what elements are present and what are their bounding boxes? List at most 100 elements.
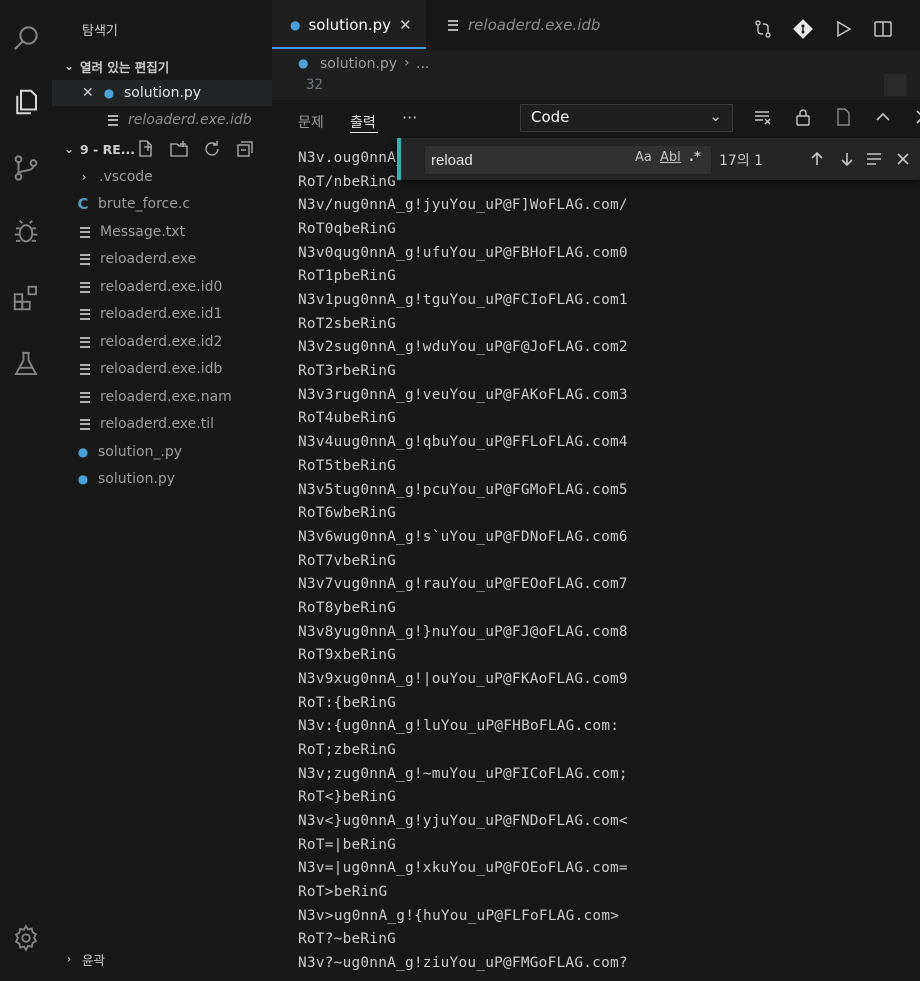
open-editor-item-idb[interactable]: reloaderd.exe.idb [52,107,272,133]
explorer-icon[interactable] [8,84,44,120]
output-line: RoT/nbeRinG [298,173,397,190]
new-folder-icon[interactable] [169,139,189,159]
run-icon[interactable] [832,18,854,40]
file-item-solution[interactable]: ● solution.py [52,466,272,492]
file-item-brute-force[interactable]: C brute_force.c [52,191,272,217]
open-editor-label: solution.py [124,85,202,101]
compare-changes-icon[interactable] [752,18,774,40]
file-lines-icon [80,308,90,320]
testing-icon[interactable] [8,346,44,382]
breadcrumb-rest[interactable]: ... [416,56,429,72]
refresh-icon[interactable] [202,139,222,159]
collapse-all-icon[interactable] [235,139,255,159]
tab-output[interactable]: 출력 [350,112,376,132]
output-line: RoT2sbeRinG [298,315,397,332]
output-line: N3v6wug0nnA_g!s`uYou_uP@FDNoFLAG.com6 [298,528,628,545]
previous-match-icon[interactable] [807,149,827,173]
file-item-vscode[interactable]: › .vscode [52,164,272,190]
find-sash[interactable] [397,138,401,180]
output-line: RoT9xbeRinG [298,647,397,664]
python-icon: ● [290,17,301,32]
c-file-icon: C [77,195,89,213]
python-icon: ● [77,472,89,486]
source-control-icon[interactable] [8,150,44,186]
output-line: N3v3rug0nnA_g!veuYou_uP@FAKoFLAG.com3 [298,386,628,403]
file-label: reloaderd.exe.id2 [100,334,223,350]
chevron-right-icon: › [81,170,87,184]
output-line: N3v?~ug0nnA_g!ziuYou_uP@FMGoFLAG.com? [298,955,628,972]
output-line: N3v5tug0nnA_g!pcuYou_uP@FGMoFLAG.com5 [298,481,628,498]
minimap[interactable] [884,74,906,96]
clear-output-icon[interactable] [752,106,774,128]
tab-solution[interactable]: ● solution.py ✕ [272,0,426,50]
file-label: reloaderd.exe.nam [100,389,232,405]
file-item-id2[interactable]: reloaderd.exe.id2 [52,329,272,355]
close-find-icon[interactable] [893,149,913,173]
python-icon: ● [77,445,89,459]
chevron-down-icon: ⌄ [63,142,75,156]
file-item-solution-underscore[interactable]: ● solution_.py [52,439,272,465]
open-editor-label: reloaderd.exe.idb [128,112,252,128]
output-line: RoT>beRinG [298,884,388,901]
extensions-icon[interactable] [8,280,44,316]
file-item-idb[interactable]: reloaderd.exe.idb [52,356,272,382]
file-label: .vscode [99,169,153,185]
sidebar-title: 탐색기 [82,24,118,39]
tab-output-label: 출력 [350,115,376,131]
output-line: N3v0qug0nnA_g!ufuYou_uP@FBHoFLAG.com0 [298,244,628,261]
file-item-id0[interactable]: reloaderd.exe.id0 [52,274,272,300]
settings-gear-icon[interactable] [8,920,44,956]
folder-label: 9 - RE... [80,141,135,157]
folder-actions [136,139,255,159]
whole-word-toggle[interactable]: Abl [660,150,681,165]
regex-toggle[interactable]: .* [689,150,701,165]
python-icon: ● [103,86,115,100]
file-item-message[interactable]: Message.txt [52,219,272,245]
chevron-up-icon[interactable] [872,106,894,128]
next-match-icon[interactable] [837,149,857,173]
new-file-icon[interactable] [136,139,156,159]
output-channel-select[interactable]: Code ⌄ [520,104,733,132]
file-item-reloaderd-exe[interactable]: reloaderd.exe [52,246,272,272]
open-log-icon[interactable] [832,106,854,128]
close-icon[interactable]: ✕ [82,85,96,101]
output-line: N3v8yug0nnA_g!}nuYou_uP@FJ@oFLAG.com8 [298,623,628,640]
tab-problems[interactable]: 문제 [298,112,324,132]
file-item-til[interactable]: reloaderd.exe.til [52,411,272,437]
outline-header[interactable]: › 윤곽 [52,946,272,972]
file-label: solution_.py [98,444,183,460]
file-label: reloaderd.exe.til [100,416,214,432]
breadcrumb-file[interactable]: solution.py [320,56,397,72]
file-item-nam[interactable]: reloaderd.exe.nam [52,384,272,410]
file-lines-icon [80,281,90,293]
file-item-id1[interactable]: reloaderd.exe.id1 [52,301,272,327]
output-line: N3v<}ug0nnA_g!yjuYou_uP@FNDoFLAG.com< [298,813,628,830]
python-icon: ● [298,56,309,70]
split-editor-icon[interactable] [872,18,894,40]
tab-reloaderd-idb[interactable]: reloaderd.exe.idb [448,0,600,50]
close-panel-icon[interactable] [912,106,920,128]
breadcrumb-separator-icon: › [404,55,410,71]
file-lines-icon [80,253,90,265]
open-editor-item-solution[interactable]: ✕ ● solution.py [52,80,272,106]
close-icon[interactable]: ✕ [399,16,412,34]
output-line: N3v9xug0nnA_g!|ouYou_uP@FKAoFLAG.com9 [298,670,628,687]
git-icon[interactable] [792,18,814,40]
output-line: RoT:{beRinG [298,694,397,711]
output-log[interactable]: N3v.oug0nnA_g! RoT/nbeRinG N3v/nug0nnA_g!j… [272,136,920,981]
output-line: N3v=|ug0nnA_g!xkuYou_uP@FOEoFLAG.com= [298,860,628,877]
output-line: N3v:{ug0nnA_g!luYou_uP@FHBoFLAG.com: [298,718,620,735]
more-actions-icon[interactable]: ··· [402,108,417,127]
output-line: N3v4uug0nnA_g!qbuYou_uP@FFLoFLAG.com4 [298,434,628,451]
output-line: RoT8ybeRinG [298,599,397,616]
line-number: 32 [306,77,323,93]
find-in-selection-icon[interactable] [864,149,884,173]
output-line: RoT3rbeRinG [298,363,397,380]
open-editors-header[interactable]: ⌄ 열려 있는 편집기 [52,53,272,79]
match-case-toggle[interactable]: Aa [635,150,652,165]
output-panel: 문제 출력 ··· Code ⌄ N3v.oug0nnA_g! RoT/nbeRi… [272,100,920,981]
lock-icon[interactable] [792,106,814,128]
debug-icon[interactable] [8,214,44,250]
search-icon[interactable] [8,20,44,56]
output-line: RoT1pbeRinG [298,268,397,285]
